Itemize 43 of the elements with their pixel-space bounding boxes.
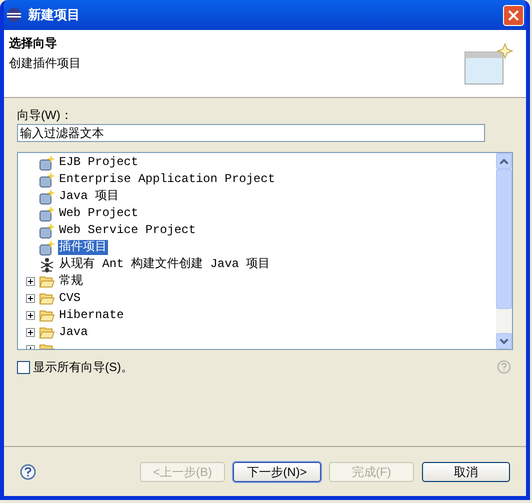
folder-icon: [39, 275, 55, 288]
expand-button[interactable]: [26, 311, 35, 320]
tree-item[interactable]: 插件项目: [58, 240, 108, 255]
dialog-button[interactable]: 取消: [422, 462, 510, 482]
expand-button[interactable]: [26, 294, 35, 303]
folder-icon: [39, 292, 55, 305]
tree-item[interactable]: Enterprise Application Project: [58, 172, 276, 187]
tree-item[interactable]: Hibernate: [58, 308, 125, 323]
window-title: 新建项目: [28, 6, 81, 24]
ant-icon: [39, 256, 55, 272]
checkbox-label: 显示所有向导(S)。: [33, 359, 134, 376]
project-icon: [39, 154, 55, 170]
eclipse-icon: [6, 7, 22, 23]
help-icon[interactable]: [20, 464, 36, 480]
folder-icon: [39, 326, 55, 339]
tree-item[interactable]: Web Project: [58, 206, 140, 221]
expand-button[interactable]: [26, 328, 35, 337]
folder-icon: [39, 309, 55, 322]
scroll-down-button[interactable]: [496, 333, 512, 349]
scroll-thumb[interactable]: [496, 169, 512, 309]
tree-item[interactable]: CVS: [58, 291, 82, 306]
tree-item[interactable]: 常规: [58, 274, 84, 289]
project-icon: [39, 240, 55, 256]
project-icon: [39, 222, 55, 238]
expand-button[interactable]: [26, 277, 35, 286]
filter-input[interactable]: 输入过滤器文本: [17, 124, 485, 142]
dialog-button[interactable]: 下一步(N)>: [233, 462, 321, 482]
header-title: 选择向导: [9, 35, 58, 52]
project-icon: [39, 206, 55, 222]
close-icon: [508, 10, 519, 20]
close-button[interactable]: [503, 4, 524, 26]
show-all-checkbox[interactable]: [17, 360, 30, 374]
vertical-scrollbar[interactable]: [496, 153, 512, 349]
tree-item[interactable]: EJB Project: [58, 155, 140, 170]
scroll-up-button[interactable]: [496, 153, 512, 169]
project-icon: [39, 188, 55, 204]
header-description: 创建插件项目: [9, 55, 82, 72]
tree-item[interactable]: Java 项目: [58, 189, 120, 204]
tree-item[interactable]: 从现有 Ant 构建文件创建 Java 项目: [58, 257, 272, 272]
tree-item[interactable]: Web Service Project: [58, 223, 197, 238]
project-icon: [39, 172, 55, 188]
tree-item[interactable]: Java: [58, 325, 89, 340]
wizard-filter-label: 向导(W)：: [17, 107, 74, 122]
